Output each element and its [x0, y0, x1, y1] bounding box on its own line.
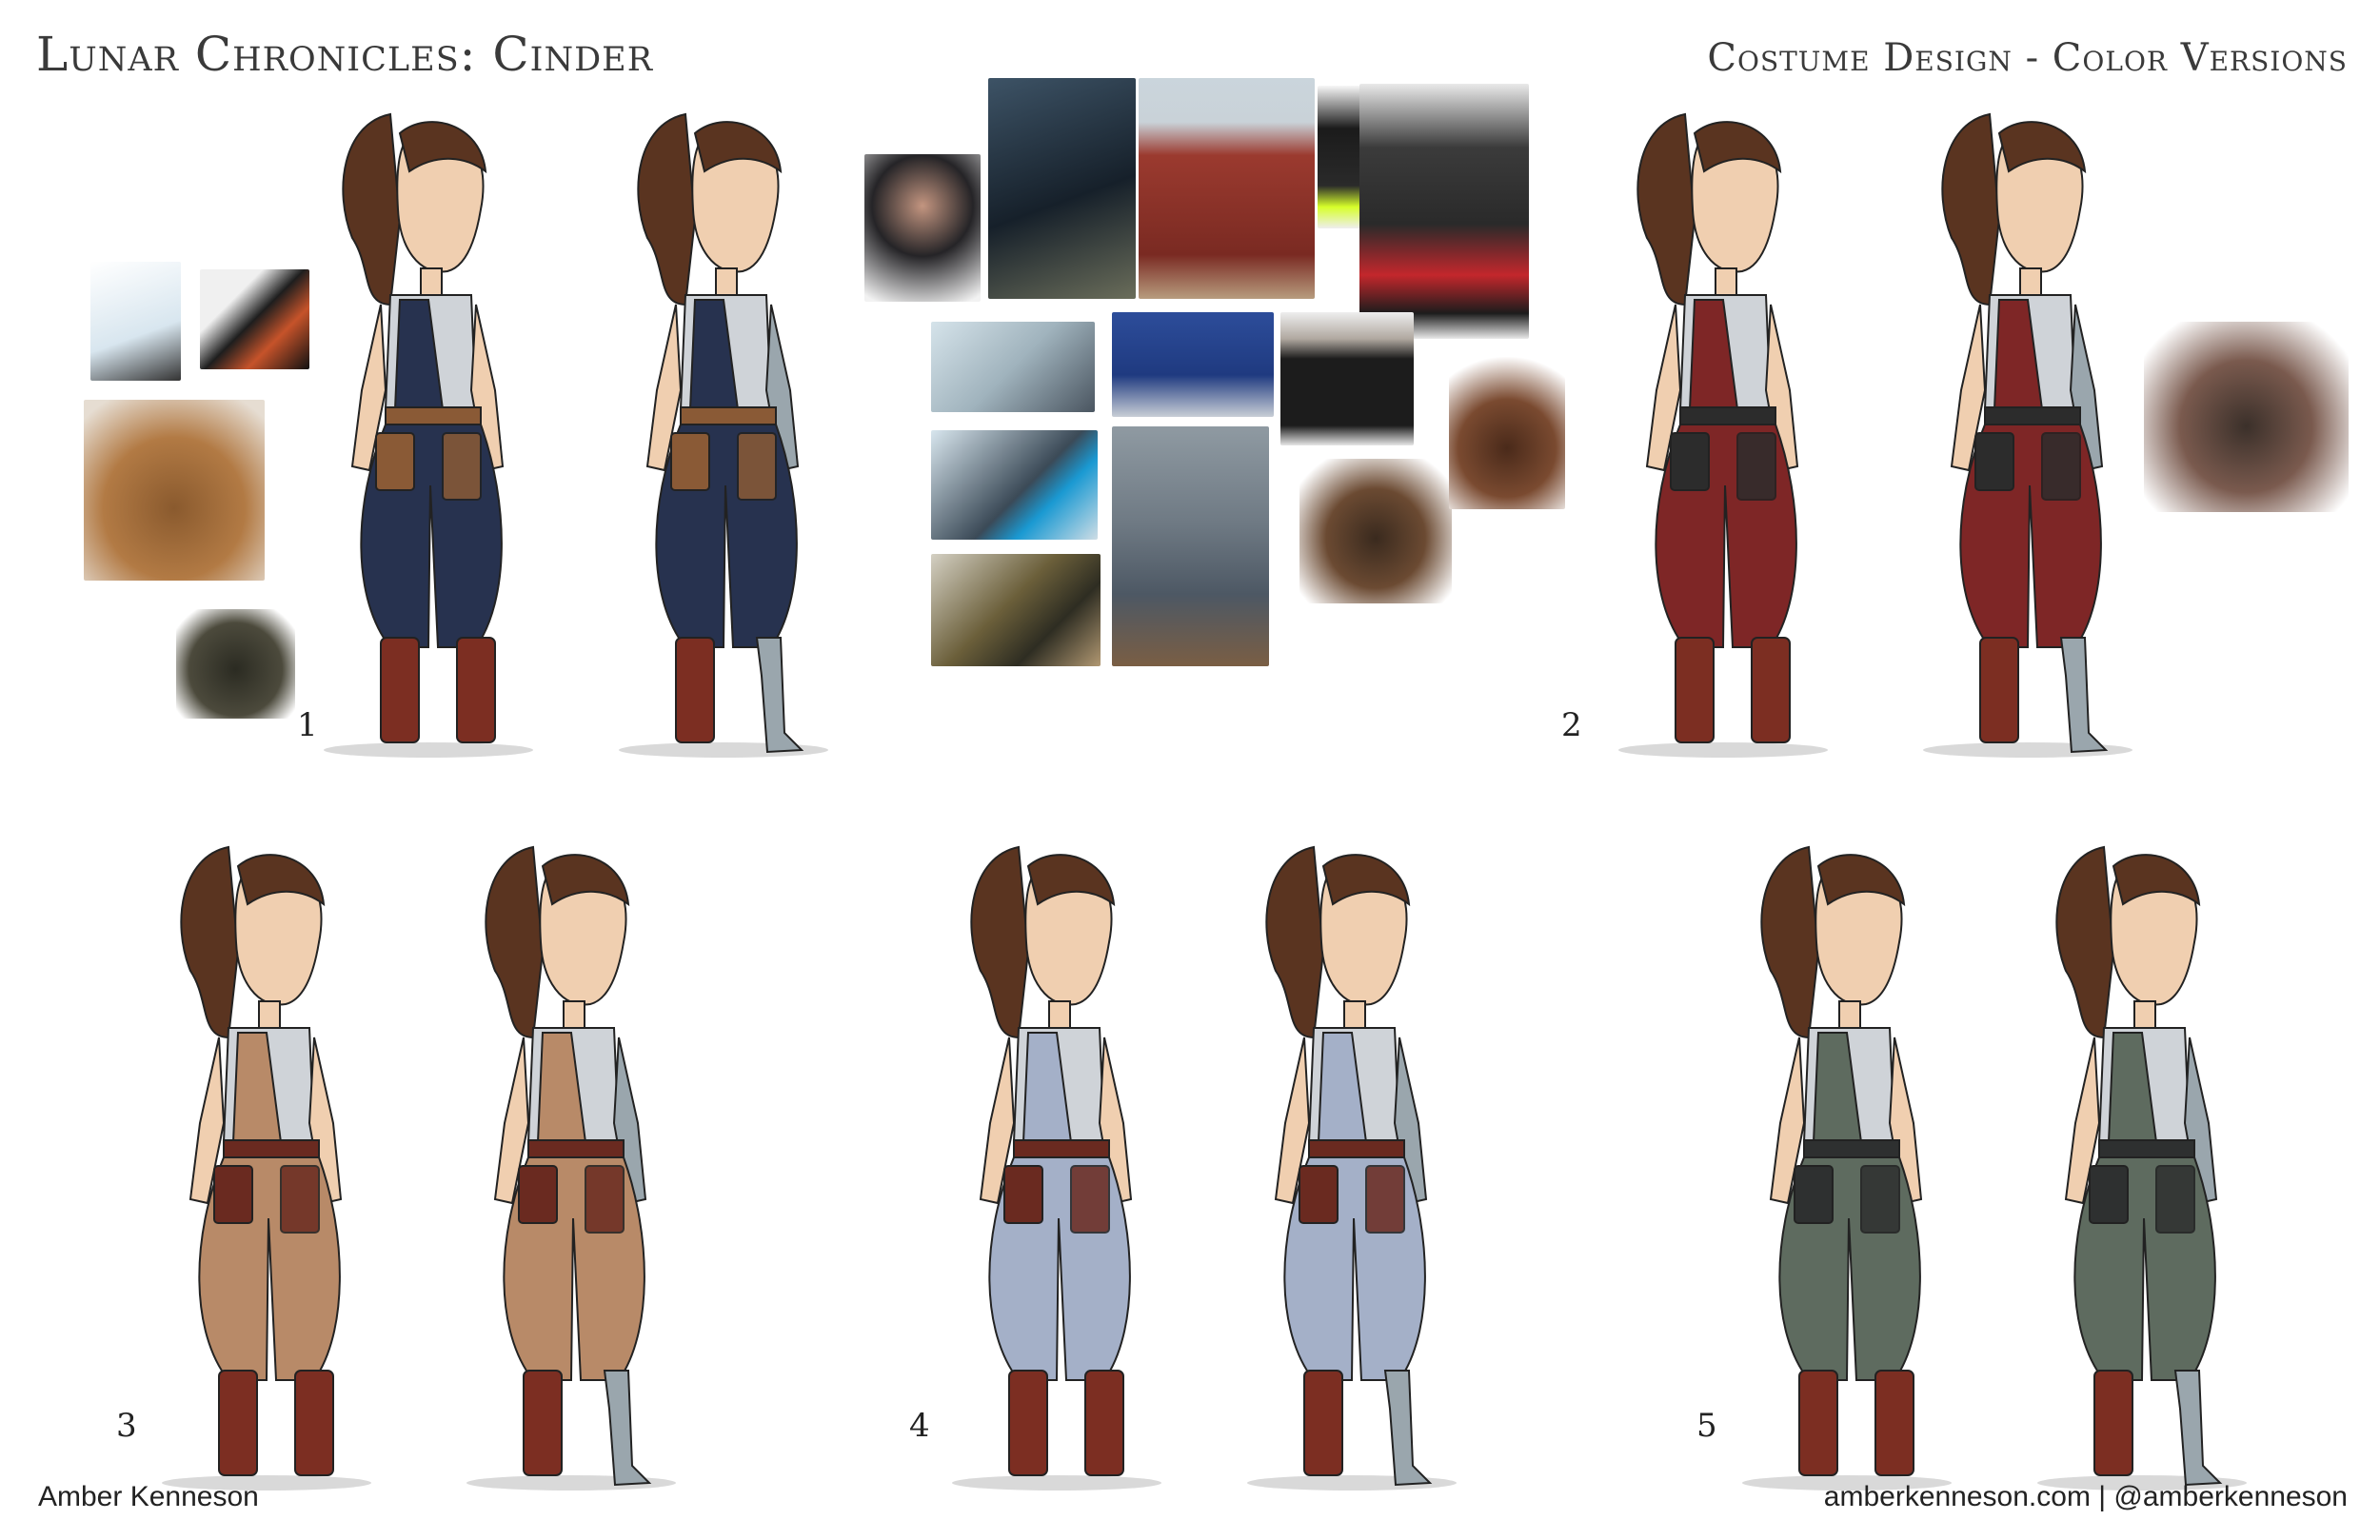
board-subtitle: Costume Design - Color Versions [1707, 36, 2348, 80]
reference-photo-belt-harness [2144, 322, 2349, 512]
reference-photo-brown-boot [1449, 357, 1565, 509]
version-number-2: 2 [1561, 706, 1582, 744]
board-title: Lunar Chronicles: Cinder [36, 27, 654, 82]
reference-photo-robotic-hand [931, 322, 1095, 412]
reference-photo-mech-hand [931, 430, 1098, 540]
reference-photo-red-overalls [1139, 78, 1315, 299]
artist-website: amberkenneson.com | @amberkenneson [1823, 1481, 2348, 1512]
version-number-5: 5 [1696, 1407, 1717, 1445]
reference-photo-mechanic-smoke [1112, 426, 1269, 666]
character-figure-v2-standard [1618, 112, 1828, 758]
reference-photo-boots [176, 609, 295, 719]
character-figure-v3-standard [162, 845, 371, 1491]
character-figure-v1-prosthetic [619, 112, 828, 758]
character-figure-v2-prosthetic [1923, 112, 2132, 758]
character-figure-v5-standard [1742, 845, 1952, 1491]
reference-photo-prosthetic-arm [931, 554, 1101, 666]
reference-photo-wrench-overalls [1112, 312, 1274, 417]
reference-photo-woman-jumpsuit [864, 154, 981, 302]
reference-photo-tool-belt [84, 400, 265, 581]
version-number-1: 1 [297, 706, 318, 744]
version-number-4: 4 [909, 1407, 930, 1445]
character-figure-v4-prosthetic [1247, 845, 1457, 1491]
reference-photo-brown-boots-pair [1299, 459, 1452, 603]
character-figure-v5-prosthetic [2037, 845, 2247, 1491]
character-figure-v3-prosthetic [466, 845, 676, 1491]
reference-photo-black-jumpsuit [1280, 312, 1414, 445]
reference-photo-boots-red [1359, 84, 1529, 339]
reference-photo-welder [988, 78, 1136, 299]
character-figure-v4-standard [952, 845, 1161, 1491]
character-figure-v1-standard [324, 112, 533, 758]
version-number-3: 3 [116, 1407, 137, 1445]
artist-credit: Amber Kenneson [38, 1481, 259, 1512]
reference-photo-glove-white [90, 262, 181, 381]
